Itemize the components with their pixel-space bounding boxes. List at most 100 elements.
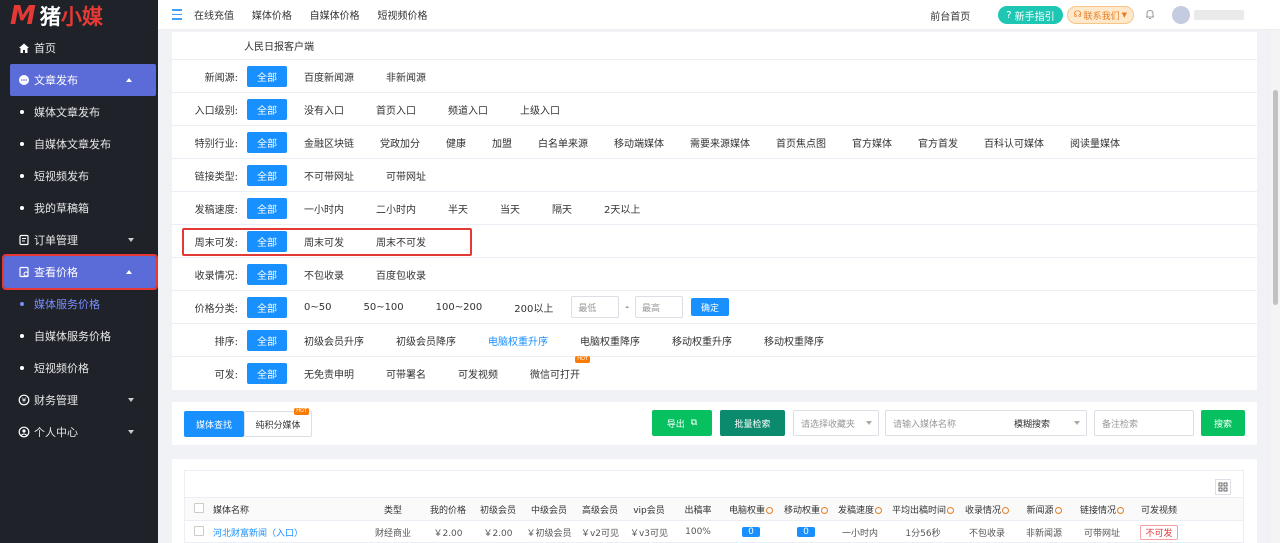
filter-option[interactable]: 初级会员降序 [394, 333, 458, 348]
filter-option[interactable]: 人民日报客户端 [242, 38, 316, 53]
filter-option[interactable]: 上级入口 [518, 102, 562, 117]
filter-option[interactable]: 半天 [446, 201, 470, 216]
tab-media-search[interactable]: 媒体查找 [184, 411, 244, 437]
filter-option[interactable]: 没有入口 [302, 102, 346, 117]
column-settings-icon[interactable] [1215, 479, 1231, 495]
filter-option[interactable]: 首页焦点图 [774, 135, 828, 150]
filter-option[interactable]: 可发视频 [456, 366, 500, 381]
search-button[interactable]: 搜索 [1201, 410, 1245, 436]
sidebar-item-self-media-article[interactable]: 自媒体文章发布 [0, 128, 158, 160]
filter-option[interactable]: 一小时内 [302, 201, 346, 216]
sidebar-item-drafts[interactable]: 我的草稿箱 [0, 192, 158, 224]
filter-option[interactable]: 不包收录 [302, 267, 346, 282]
column-header[interactable]: 初级会员 [473, 503, 523, 516]
sidebar-item-article-publish[interactable]: 文章发布 [10, 64, 156, 96]
filter-option[interactable]: 百科认可媒体 [982, 135, 1046, 150]
nav-self-media-price[interactable]: 自媒体价格 [310, 11, 360, 22]
scrollbar-thumb[interactable] [1273, 90, 1278, 305]
filter-option[interactable]: 白名单来源 [536, 135, 590, 150]
filter-all-button[interactable]: 全部 [247, 363, 287, 384]
sidebar-item-home[interactable]: 首页 [0, 32, 158, 64]
filter-option[interactable]: 100~200 [434, 302, 485, 313]
filter-option[interactable]: 移动权重降序 [762, 333, 826, 348]
sidebar-item-short-video[interactable]: 短视频发布 [0, 160, 158, 192]
contact-button[interactable]: ☊ 联系我们 ▼ [1066, 6, 1134, 24]
select-all-checkbox[interactable] [185, 502, 213, 516]
column-header[interactable]: 发稿速度 [833, 503, 887, 516]
filter-all-button[interactable]: 全部 [247, 263, 287, 285]
price-max-input[interactable]: 最高 [634, 296, 683, 318]
column-header[interactable]: 我的价格 [423, 503, 473, 516]
filter-option[interactable]: 官方首发 [916, 135, 960, 150]
filter-all-button[interactable]: 全部 [247, 98, 287, 120]
filter-option[interactable]: 初级会员升序 [302, 333, 366, 348]
guide-button[interactable]: ? 新手指引 [998, 6, 1063, 24]
filter-all-button[interactable]: 全部 [247, 164, 287, 186]
filter-option[interactable]: 移动权重升序 [670, 333, 734, 348]
filter-option[interactable]: 百度新闻源 [302, 69, 356, 84]
column-header[interactable]: 类型 [363, 503, 423, 516]
nav-recharge[interactable]: 在线充值 [194, 11, 234, 22]
price-confirm-button[interactable]: 确定 [690, 298, 729, 316]
user-name-redacted[interactable] [1194, 10, 1244, 20]
filter-option[interactable]: 二小时内 [374, 201, 418, 216]
sidebar-item-short-video-price[interactable]: 短视频价格 [0, 352, 158, 384]
filter-all-button[interactable]: 全部 [247, 329, 287, 351]
column-header[interactable]: 收录情况 [959, 503, 1015, 516]
sidebar-item-orders[interactable]: 订单管理 [0, 224, 158, 256]
filter-all-button[interactable]: 全部 [247, 296, 287, 318]
filter-option[interactable]: 官方媒体 [850, 135, 894, 150]
sidebar-item-media-article[interactable]: 媒体文章发布 [0, 96, 158, 128]
front-home-link[interactable]: 前台首页 [930, 8, 970, 23]
sidebar-item-media-price[interactable]: 媒体服务价格 [0, 288, 158, 320]
column-header[interactable]: 可发视频 [1131, 503, 1187, 516]
bell-icon[interactable] [1144, 8, 1156, 23]
app-logo[interactable]: M 猪小媒 [0, 0, 158, 32]
filter-option[interactable]: 移动端媒体 [612, 135, 666, 150]
avatar[interactable] [1172, 6, 1190, 24]
sidebar-item-view-price[interactable]: 查看价格 [2, 254, 158, 290]
filter-option-selected[interactable]: 电脑权重升序 [486, 333, 550, 348]
column-header[interactable]: 出稿率 [673, 503, 723, 516]
filter-all-button[interactable]: 全部 [247, 65, 287, 87]
filter-option[interactable]: 微信可打开 HOT [528, 356, 590, 381]
nav-media-price[interactable]: 媒体价格 [252, 11, 292, 22]
filter-option[interactable]: 可带网址 [384, 168, 428, 183]
filter-all-button[interactable]: 全部 [247, 197, 287, 219]
column-header[interactable]: 链接情况 [1073, 503, 1131, 516]
tab-points-media[interactable]: 纯积分媒体 HOT [244, 408, 312, 437]
filter-option[interactable]: 加盟 [490, 135, 514, 150]
column-header[interactable]: 中级会员 [523, 503, 575, 516]
filter-option[interactable]: 隔天 [550, 201, 574, 216]
remark-search-input[interactable]: 备注检索 [1094, 410, 1194, 436]
filter-option[interactable]: 无免责申明 [302, 366, 356, 381]
nav-short-video-price[interactable]: 短视频价格 [377, 11, 427, 22]
filter-option[interactable]: 需要来源媒体 [688, 135, 752, 150]
menu-toggle-icon[interactable] [172, 9, 182, 20]
batch-search-button[interactable]: 批量检索 [720, 410, 785, 436]
sidebar-item-self-media-price[interactable]: 自媒体服务价格 [0, 320, 158, 352]
filter-option[interactable]: 0~50 [302, 302, 333, 313]
filter-option[interactable]: 2天以上 [602, 201, 642, 216]
row-checkbox[interactable] [185, 525, 213, 539]
column-header[interactable]: vip会员 [625, 503, 673, 516]
fuzzy-search-select[interactable]: 模糊搜索 [1014, 417, 1050, 430]
filter-option[interactable]: 频道入口 [446, 102, 490, 117]
column-header[interactable]: 平均出稿时间 [887, 503, 959, 516]
filter-all-button[interactable]: 全部 [247, 131, 287, 153]
favorites-select[interactable]: 请选择收藏夹 [793, 410, 879, 436]
filter-option[interactable]: 200以上 [512, 300, 555, 315]
sidebar-item-finance[interactable]: ¥ 财务管理 [0, 384, 158, 416]
export-button[interactable]: 导出 ⧉ [652, 410, 712, 436]
column-header[interactable]: 新闻源 [1015, 503, 1073, 516]
filter-option[interactable]: 党政加分 [378, 135, 422, 150]
filter-option[interactable]: 百度包收录 [374, 267, 428, 282]
sidebar-item-profile[interactable]: 个人中心 [0, 416, 158, 448]
column-header[interactable]: 高级会员 [575, 503, 625, 516]
filter-option[interactable]: 非新闻源 [384, 69, 428, 84]
media-name-input[interactable]: 请输入媒体名称 模糊搜索 [885, 410, 1087, 436]
filter-option[interactable]: 金融区块链 [302, 135, 356, 150]
price-min-input[interactable]: 最低 [571, 296, 620, 318]
filter-option[interactable]: 电脑权重降序 [578, 333, 642, 348]
column-header[interactable]: 媒体名称 [213, 503, 363, 516]
